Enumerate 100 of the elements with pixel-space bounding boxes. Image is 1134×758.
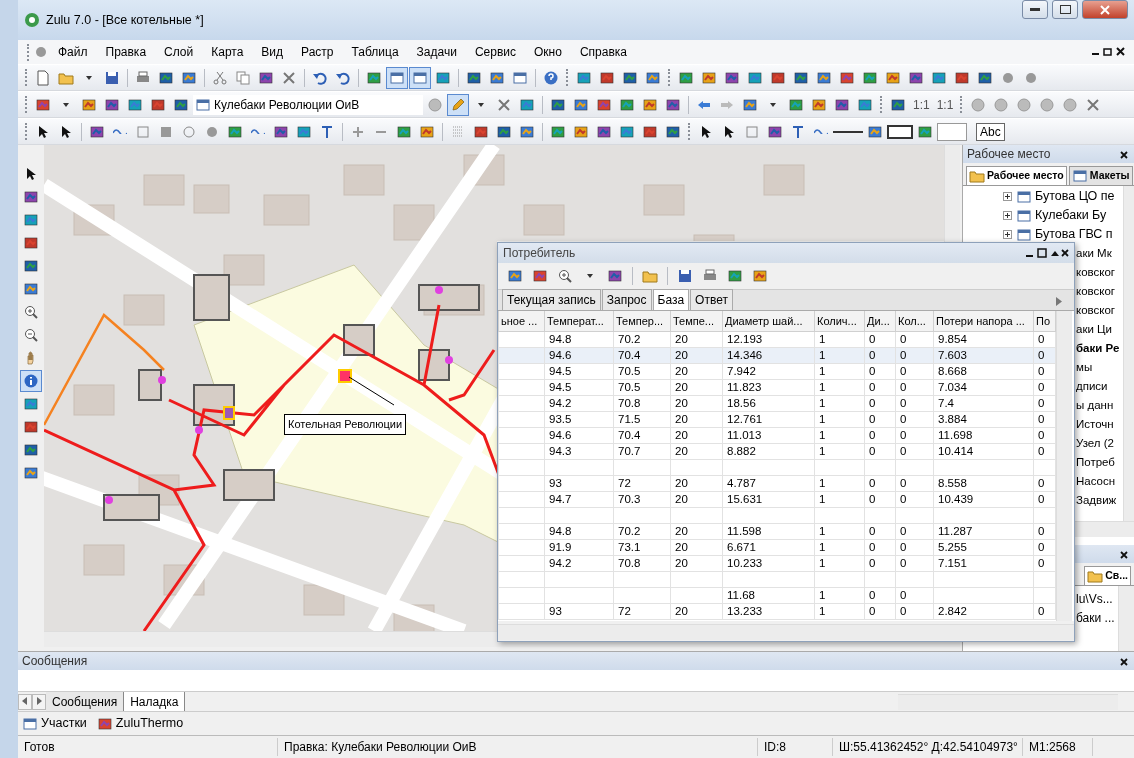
taskbar-button[interactable]: ZuluThermo: [96, 714, 184, 733]
scale-button[interactable]: 1:1: [933, 94, 957, 115]
table-cell: 0: [900, 381, 907, 393]
window-title: Потребитель: [503, 245, 576, 262]
table-row[interactable]: 94.7 70.3 20 15.631 1 0 0 10.439 0: [498, 491, 1056, 507]
table-row[interactable]: 93 72 20 13.233 1 0 0 2.842 0: [498, 603, 1056, 619]
table-row[interactable]: 94.3 70.7 20 8.882 1 0 0 10.414 0: [498, 443, 1056, 459]
table-cell: 7.942: [727, 365, 756, 377]
table-cell: 0: [869, 445, 876, 457]
tab[interactable]: Ответ: [690, 289, 733, 310]
tree-item[interactable]: Потреб: [1076, 453, 1115, 472]
table-cell: 20: [675, 429, 688, 441]
menu-item[interactable]: Растр: [292, 41, 343, 63]
tree-item[interactable]: баки Ре: [1076, 339, 1120, 358]
table-cell: 0: [869, 381, 876, 393]
menu-item[interactable]: Слой: [155, 41, 203, 63]
sheet-tab[interactable]: Наладка: [124, 691, 186, 712]
table-row[interactable]: 94.2 70.8 20 18.56 1 0 0 7.4 0: [498, 395, 1056, 411]
table-cell: 1: [819, 605, 826, 617]
column-header[interactable]: Диаметр шай...: [722, 311, 815, 331]
taskbar-button[interactable]: Участки: [22, 714, 87, 733]
column-header[interactable]: Темпер...: [613, 311, 671, 331]
menu-item[interactable]: Справка: [570, 41, 636, 63]
table-cell: 1: [819, 381, 826, 393]
table-row[interactable]: 94.5 70.5 20 7.942 1 0 0 8.668 0: [498, 363, 1056, 379]
tree-item[interactable]: дписи: [1076, 377, 1108, 396]
table-cell: 4.787: [727, 477, 756, 489]
table-cell: 10.414: [938, 445, 974, 457]
map-callout-label: Котельная Революции: [284, 414, 407, 435]
sheet-tab[interactable]: Сообщения: [46, 691, 125, 712]
panel-tab[interactable]: Св...: [1084, 566, 1131, 585]
layer-combo[interactable]: Кулебаки Революции ОиВ: [193, 94, 423, 115]
table-cell: 0: [869, 589, 876, 601]
panel-tab[interactable]: Макеты: [1068, 166, 1133, 185]
tree-item[interactable]: Задвиж: [1076, 491, 1117, 510]
table-cell: 20: [675, 333, 688, 345]
table-row[interactable]: 11.68 1 0 0: [498, 587, 1056, 603]
tree-item[interactable]: ы данн: [1076, 396, 1114, 415]
table-cell: 1: [819, 557, 826, 569]
table-row[interactable]: 94.6 70.4 20 14.346 1 0 0 7.603 0: [498, 347, 1056, 363]
table-cell: 0: [869, 365, 876, 377]
table-row[interactable]: 94.2 70.8 20 10.233 1 0 0 7.151 0: [498, 555, 1056, 571]
menu-item[interactable]: Карта: [202, 41, 253, 63]
table-cell: 9.854: [938, 333, 967, 345]
table-cell: 8.668: [938, 365, 967, 377]
column-header[interactable]: ьное ...: [498, 311, 545, 331]
tree-item[interactable]: ковског: [1076, 301, 1116, 320]
scale-button[interactable]: 1:1: [910, 94, 933, 115]
table-cell: 0: [900, 397, 907, 409]
table-cell: 7.034: [938, 381, 967, 393]
table-cell: 0: [900, 493, 907, 505]
column-header[interactable]: По: [1033, 311, 1056, 331]
menu-item[interactable]: Вид: [252, 41, 293, 63]
table-cell: 14.346: [727, 349, 763, 361]
tree-item[interactable]: ковског: [1076, 263, 1116, 282]
table-cell: 0: [900, 429, 907, 441]
tree-item[interactable]: аки Ци: [1076, 320, 1112, 339]
menu-item[interactable]: Задачи: [407, 41, 466, 63]
table-row[interactable]: 93 72 20 4.787 1 0 0 8.558 0: [498, 475, 1056, 491]
tree-item[interactable]: аки Мк: [1076, 244, 1112, 263]
tree-item[interactable]: мы: [1076, 358, 1093, 377]
menu-item[interactable]: Правка: [96, 41, 156, 63]
tab[interactable]: Запрос: [601, 289, 652, 310]
table-cell: 0: [1038, 429, 1045, 441]
table-cell: 93.5: [549, 413, 572, 425]
column-header[interactable]: Потери напора ...: [933, 311, 1034, 331]
table-cell: 20: [675, 525, 688, 537]
tab[interactable]: База: [652, 289, 690, 310]
tree-item[interactable]: Узел (2: [1076, 434, 1114, 453]
column-header[interactable]: Температ...: [544, 311, 614, 331]
table-cell: 0: [1038, 349, 1045, 361]
table-cell: 73.1: [618, 541, 641, 553]
tree-item-label[interactable]: Бутова ЦО пе: [1035, 187, 1115, 206]
table-row[interactable]: 93.5 71.5 20 12.761 1 0 0 3.884 0: [498, 411, 1056, 427]
menu-item[interactable]: Таблица: [342, 41, 408, 63]
column-header[interactable]: Кол...: [895, 311, 934, 331]
column-header[interactable]: Темпе...: [670, 311, 723, 331]
menu-item[interactable]: Сервис: [465, 41, 525, 63]
property-value: баки ...: [1076, 610, 1115, 627]
table-cell: 0: [1038, 605, 1045, 617]
table-cell: 1: [819, 445, 826, 457]
tree-item[interactable]: ковског: [1076, 282, 1116, 301]
table-cell: 0: [900, 445, 907, 457]
table-row[interactable]: 94.5 70.5 20 11.823 1 0 0 7.034 0: [498, 379, 1056, 395]
tab[interactable]: Текущая запись: [502, 289, 601, 310]
table-cell: 0: [1038, 525, 1045, 537]
tree-item-label[interactable]: Кулебаки Бу: [1035, 206, 1107, 225]
table-row[interactable]: 94.8 70.2 20 11.598 1 0 0 11.287 0: [498, 523, 1056, 539]
table-row[interactable]: 94.8 70.2 20 12.193 1 0 0 9.854 0: [498, 331, 1056, 347]
menu-item[interactable]: Окно: [525, 41, 571, 63]
table-row[interactable]: 91.9 73.1 20 6.671 1 0 0 5.255 0: [498, 539, 1056, 555]
table-cell: 8.882: [727, 445, 756, 457]
column-header[interactable]: Колич...: [814, 311, 865, 331]
panel-tab[interactable]: Рабочее место: [966, 166, 1067, 185]
tree-item-label[interactable]: Бутова ГВС п: [1035, 225, 1113, 244]
column-header[interactable]: Ди...: [864, 311, 896, 331]
table-row[interactable]: 94.6 70.4 20 11.013 1 0 0 11.698 0: [498, 427, 1056, 443]
tree-item[interactable]: Насосн: [1076, 472, 1116, 491]
tree-item[interactable]: Источн: [1076, 415, 1114, 434]
menu-item[interactable]: Файл: [49, 41, 97, 63]
